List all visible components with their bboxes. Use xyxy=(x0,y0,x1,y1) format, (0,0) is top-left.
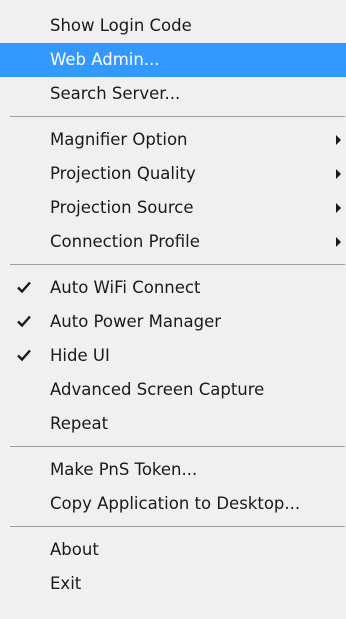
menu-item-web-admin[interactable]: Web Admin... xyxy=(0,43,346,77)
menu-item-label: Make PnS Token... xyxy=(50,460,198,479)
menu-item-label: About xyxy=(50,540,99,559)
menu-item-label: Search Server... xyxy=(50,84,181,103)
menu-item-copy-application-to-desktop[interactable]: Copy Application to Desktop... xyxy=(0,487,346,521)
menu-item-exit[interactable]: Exit xyxy=(0,567,346,601)
menu-item-advanced-screen-capture[interactable]: Advanced Screen Capture xyxy=(0,373,346,407)
menu-item-auto-power-manager[interactable]: Auto Power Manager xyxy=(0,305,346,339)
menu-item-connection-profile[interactable]: Connection Profile xyxy=(0,225,346,259)
submenu-arrow-icon xyxy=(336,123,346,157)
checkmark-icon xyxy=(17,339,35,373)
context-menu: Show Login Code Web Admin... Search Serv… xyxy=(0,0,346,619)
checkmark-icon xyxy=(17,271,35,305)
menu-item-label: Web Admin... xyxy=(50,50,160,69)
menu-item-label: Projection Quality xyxy=(50,164,196,183)
menu-separator xyxy=(10,264,345,265)
menu-item-label: Magnifier Option xyxy=(50,130,188,149)
submenu-arrow-icon xyxy=(336,191,346,225)
menu-item-show-login-code[interactable]: Show Login Code xyxy=(0,9,346,43)
submenu-arrow-icon xyxy=(336,157,346,191)
menu-item-label: Connection Profile xyxy=(50,232,200,251)
menu-item-auto-wifi-connect[interactable]: Auto WiFi Connect xyxy=(0,271,346,305)
menu-item-repeat[interactable]: Repeat xyxy=(0,407,346,441)
menu-item-hide-ui[interactable]: Hide UI xyxy=(0,339,346,373)
menu-item-projection-quality[interactable]: Projection Quality xyxy=(0,157,346,191)
menu-item-make-pns-token[interactable]: Make PnS Token... xyxy=(0,453,346,487)
menu-item-label: Copy Application to Desktop... xyxy=(50,494,301,513)
menu-item-magnifier-option[interactable]: Magnifier Option xyxy=(0,123,346,157)
menu-item-label: Auto WiFi Connect xyxy=(50,278,201,297)
menu-item-projection-source[interactable]: Projection Source xyxy=(0,191,346,225)
menu-item-label: Advanced Screen Capture xyxy=(50,380,265,399)
menu-separator xyxy=(10,446,345,447)
menu-item-label: Hide UI xyxy=(50,346,110,365)
checkmark-icon xyxy=(17,305,35,339)
menu-separator xyxy=(10,116,345,117)
menu-item-label: Auto Power Manager xyxy=(50,312,222,331)
menu-item-search-server[interactable]: Search Server... xyxy=(0,77,346,111)
menu-separator xyxy=(10,526,345,527)
menu-item-label: Exit xyxy=(50,574,82,593)
menu-item-label: Show Login Code xyxy=(50,16,192,35)
menu-item-about[interactable]: About xyxy=(0,533,346,567)
menu-item-label: Projection Source xyxy=(50,198,194,217)
submenu-arrow-icon xyxy=(336,225,346,259)
menu-item-label: Repeat xyxy=(50,414,109,433)
